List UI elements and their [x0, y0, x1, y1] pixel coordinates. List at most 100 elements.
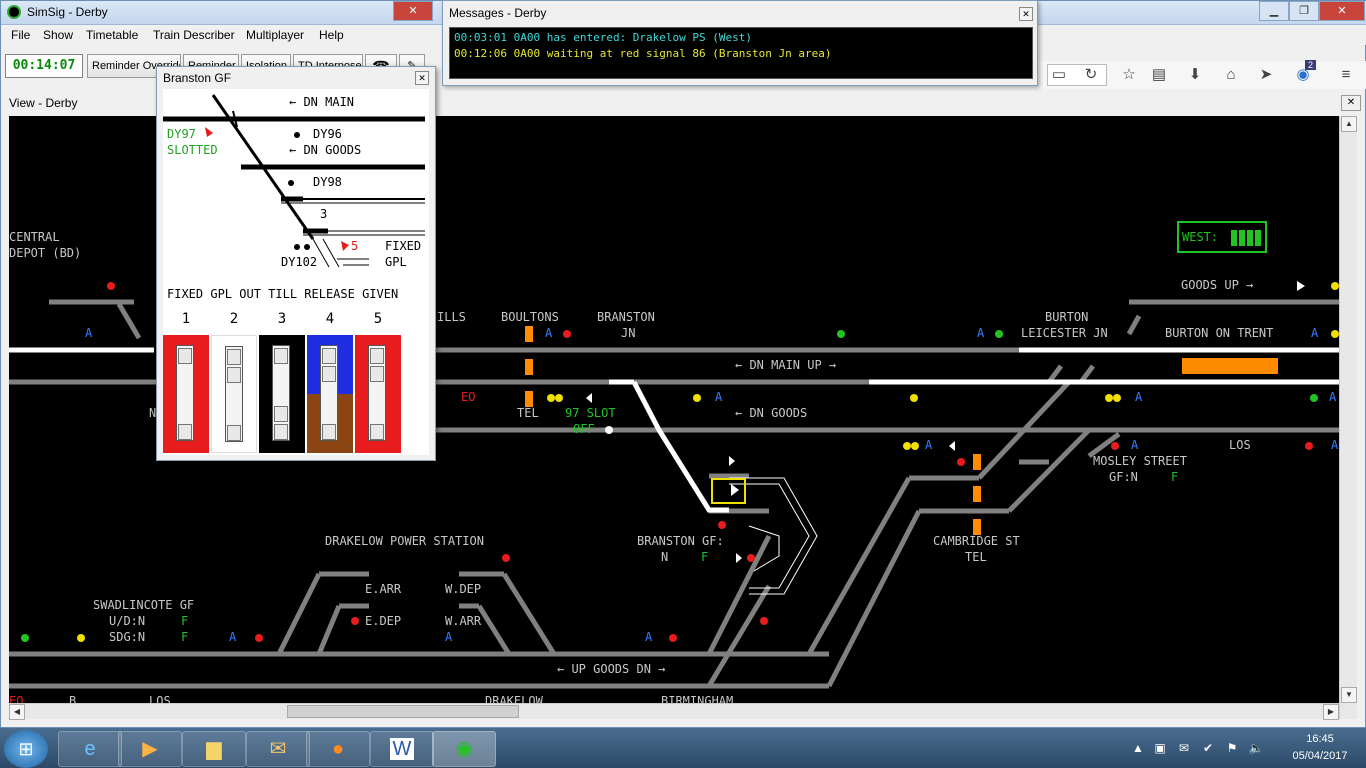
- label-swadlincote: SWADLINCOTE GF: [93, 598, 195, 612]
- label-west: WEST:: [1182, 230, 1219, 244]
- lever-handle[interactable]: [322, 424, 336, 440]
- scroll-up-arrow[interactable]: ▲: [1341, 116, 1357, 132]
- library-icon[interactable]: ▤: [1149, 65, 1169, 85]
- bookmark-star-icon[interactable]: ☆: [1119, 65, 1139, 85]
- label-boultons: BOULTONS: [501, 310, 559, 324]
- lever-handle[interactable]: [274, 406, 288, 422]
- lever-number: 4: [325, 311, 335, 327]
- send-icon[interactable]: ➤: [1256, 65, 1276, 85]
- label-jn: JN: [621, 326, 636, 340]
- label-w-dep: W.DEP: [445, 582, 482, 596]
- lever-handle[interactable]: [227, 367, 241, 383]
- close-button[interactable]: ✕: [1319, 1, 1365, 21]
- label-los: LOS: [1229, 438, 1251, 452]
- lever-handle[interactable]: [227, 349, 241, 365]
- ground-frame-diagram: ← DN MAIN DY97 SLOTTED DY96 ← DN GOODS D…: [163, 89, 429, 455]
- dy97-signal-arrow: [205, 127, 213, 137]
- window-title: SimSig - Derby: [27, 5, 108, 19]
- label-a-berth-9: A: [1131, 438, 1139, 452]
- lever-4[interactable]: [307, 335, 353, 453]
- lever-1[interactable]: [163, 335, 209, 453]
- lever-handle[interactable]: [370, 424, 384, 440]
- messages-list[interactable]: 00:03:01 0A00 has entered: Drakelow PS (…: [449, 27, 1033, 79]
- reader-icon[interactable]: ▭: [1049, 65, 1069, 85]
- label-a-berth-2: A: [545, 326, 553, 340]
- tray-flag-icon[interactable]: ⚑: [1224, 740, 1240, 756]
- gf-label-dy96: DY96: [313, 127, 342, 141]
- messages-close-button[interactable]: ✕: [1019, 7, 1033, 21]
- label-a-berth-3: A: [977, 326, 985, 340]
- west-indicator[interactable]: WEST:: [1177, 221, 1267, 253]
- vertical-scrollbar[interactable]: ▲ ▼: [1339, 116, 1357, 719]
- lever-handle[interactable]: [274, 424, 288, 440]
- red-signal-arrow: [341, 241, 349, 251]
- sim-clock[interactable]: 00:14:07: [5, 54, 83, 78]
- label-a-berth-10: A: [1331, 438, 1339, 452]
- label-a-berth-4: A: [1311, 326, 1319, 340]
- messages-title: Messages - Derby: [449, 6, 547, 20]
- menu-file[interactable]: File: [11, 28, 30, 42]
- taskbar-firefox[interactable]: ●: [306, 731, 370, 767]
- tray-expand-icon[interactable]: ▲: [1130, 740, 1146, 756]
- lever-handle[interactable]: [370, 348, 384, 364]
- scroll-left-arrow[interactable]: ◀: [9, 704, 25, 720]
- horizontal-scroll-thumb[interactable]: [287, 705, 519, 718]
- menu-help[interactable]: Help: [319, 28, 344, 42]
- view-close-button[interactable]: ✕: [1341, 95, 1361, 111]
- taskbar-time[interactable]: 16:45: [1280, 733, 1360, 745]
- minimize-button[interactable]: ▁: [1259, 1, 1289, 21]
- taskbar-date[interactable]: 05/04/2017: [1280, 750, 1360, 762]
- download-icon[interactable]: ⬇: [1185, 65, 1205, 85]
- scroll-down-arrow[interactable]: ▼: [1341, 687, 1357, 703]
- label-a-berth-8: A: [925, 438, 933, 452]
- lever-handle[interactable]: [227, 425, 241, 441]
- close-app-left-button[interactable]: ✕: [393, 1, 433, 21]
- label-burton-on-trent: BURTON ON TRENT: [1165, 326, 1274, 340]
- maximize-button[interactable]: ❐: [1289, 1, 1319, 21]
- taskbar-simsig[interactable]: ◉: [432, 731, 496, 767]
- menu-multiplayer[interactable]: Multiplayer: [246, 28, 304, 42]
- menu-hamburger-icon[interactable]: ≡: [1336, 65, 1356, 85]
- menu-train-describer[interactable]: Train Describer: [153, 28, 235, 42]
- start-button[interactable]: ⊞: [4, 730, 48, 768]
- lever-3[interactable]: [259, 335, 305, 453]
- media-player-icon: ▶: [142, 738, 158, 760]
- tray-device-icon[interactable]: ▣: [1152, 740, 1168, 756]
- taskbar-explorer[interactable]: ▆: [182, 731, 246, 767]
- label-tel: TEL: [517, 406, 539, 420]
- menu-timetable[interactable]: Timetable: [86, 28, 138, 42]
- lever-handle[interactable]: [322, 366, 336, 382]
- simsig-app-icon: [7, 5, 21, 19]
- tray-notes-icon[interactable]: ✉: [1176, 740, 1192, 756]
- scroll-right-arrow[interactable]: ▶: [1323, 704, 1339, 720]
- horizontal-scrollbar[interactable]: ◀ ▶: [9, 703, 1339, 720]
- taskbar-word[interactable]: W: [370, 731, 434, 767]
- lever-handle[interactable]: [370, 366, 384, 382]
- tray-security-icon[interactable]: ✔: [1200, 740, 1216, 756]
- taskbar-clipboard[interactable]: ✉: [246, 731, 310, 767]
- lever-2[interactable]: [211, 335, 257, 453]
- lever-handle[interactable]: [178, 348, 192, 364]
- taskbar-media-player[interactable]: ▶: [118, 731, 182, 767]
- messages-window: Messages - Derby ✕ 00:03:01 0A00 has ent…: [442, 0, 1038, 86]
- lever-handle[interactable]: [178, 424, 192, 440]
- taskbar-ie[interactable]: e: [58, 731, 122, 767]
- label-los-left: LOS: [149, 694, 171, 703]
- lever-handle[interactable]: [322, 348, 336, 364]
- word-icon: W: [389, 738, 415, 760]
- tray-volume-icon[interactable]: 🔈: [1248, 740, 1264, 756]
- label-depot: DEPOT (BD): [9, 246, 82, 260]
- branston-gf-close-button[interactable]: ✕: [415, 71, 429, 85]
- selected-route-box[interactable]: [711, 478, 746, 504]
- label-b: B: [69, 694, 77, 703]
- clipboard-icon: ✉: [269, 738, 287, 760]
- lever-5[interactable]: [355, 335, 401, 453]
- menu-show[interactable]: Show: [43, 28, 73, 42]
- gf-label-gpl: GPL: [385, 255, 407, 269]
- label-leicester-jn: LEICESTER JN: [1021, 326, 1108, 340]
- home-icon[interactable]: ⌂: [1221, 65, 1241, 85]
- lever-handle[interactable]: [274, 348, 288, 364]
- lever-number: 5: [373, 311, 383, 327]
- gf-label-dn-main: ← DN MAIN: [289, 95, 355, 109]
- reload-icon[interactable]: ↻: [1081, 65, 1101, 85]
